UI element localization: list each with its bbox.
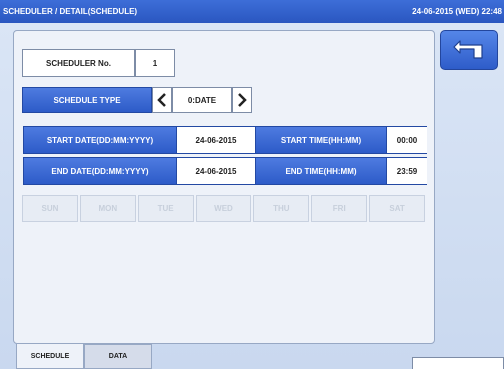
corner-panel: [412, 357, 504, 369]
chevron-right-icon: [238, 93, 247, 107]
schedule-type-label: SCHEDULE TYPE: [22, 87, 152, 113]
end-date-label: END DATE(DD:MM:YYYY): [51, 166, 149, 176]
weekday-selector: SUN MON TUE WED THU FRI SAT: [22, 195, 426, 222]
title-bar: SCHEDULER / DETAIL(SCHEDULE) 24-06-2015 …: [0, 0, 504, 23]
day-wed-button[interactable]: WED: [195, 195, 252, 222]
back-button[interactable]: [440, 30, 498, 70]
window-title: SCHEDULER / DETAIL(SCHEDULE): [3, 7, 138, 16]
scheduler-number-label: SCHEDULER No.: [22, 49, 135, 77]
chevron-left-icon: [157, 93, 166, 107]
start-time-label: START TIME(HH:MM): [280, 135, 362, 145]
day-thu-button[interactable]: THU: [253, 195, 310, 222]
day-sun-button[interactable]: SUN: [22, 195, 78, 222]
day-fri-button[interactable]: FRI: [311, 195, 368, 222]
end-time-label: END TIME(HH:MM): [285, 166, 357, 176]
start-time-value[interactable]: 00:00: [386, 127, 427, 153]
schedule-panel: SCHEDULER No. 1 SCHEDULE TYPE 0:DATE STA…: [13, 30, 435, 344]
schedule-type-value[interactable]: 0:DATE: [172, 87, 232, 113]
start-date-label: START DATE(DD:MM:YYYY): [46, 135, 154, 145]
start-date-value[interactable]: 24-06-2015: [176, 127, 256, 153]
start-row: START DATE(DD:MM:YYYY) 24-06-2015 START …: [23, 126, 427, 154]
day-mon-button[interactable]: MON: [79, 195, 136, 222]
end-row: END DATE(DD:MM:YYYY) 24-06-2015 END TIME…: [23, 157, 427, 185]
return-arrow-icon: [453, 40, 483, 59]
day-tue-button[interactable]: TUE: [137, 195, 194, 222]
datetime-display: 24-06-2015 (WED) 22:48: [412, 7, 502, 16]
end-time-value[interactable]: 23:59: [386, 158, 427, 184]
day-sat-button[interactable]: SAT: [369, 195, 426, 222]
tab-schedule[interactable]: SCHEDULE: [16, 344, 84, 369]
end-date-value[interactable]: 24-06-2015: [176, 158, 256, 184]
scheduler-number-value[interactable]: 1: [135, 49, 175, 77]
schedule-type-next-button[interactable]: [232, 87, 252, 113]
tab-data[interactable]: DATA: [84, 344, 152, 369]
schedule-type-prev-button[interactable]: [152, 87, 172, 113]
